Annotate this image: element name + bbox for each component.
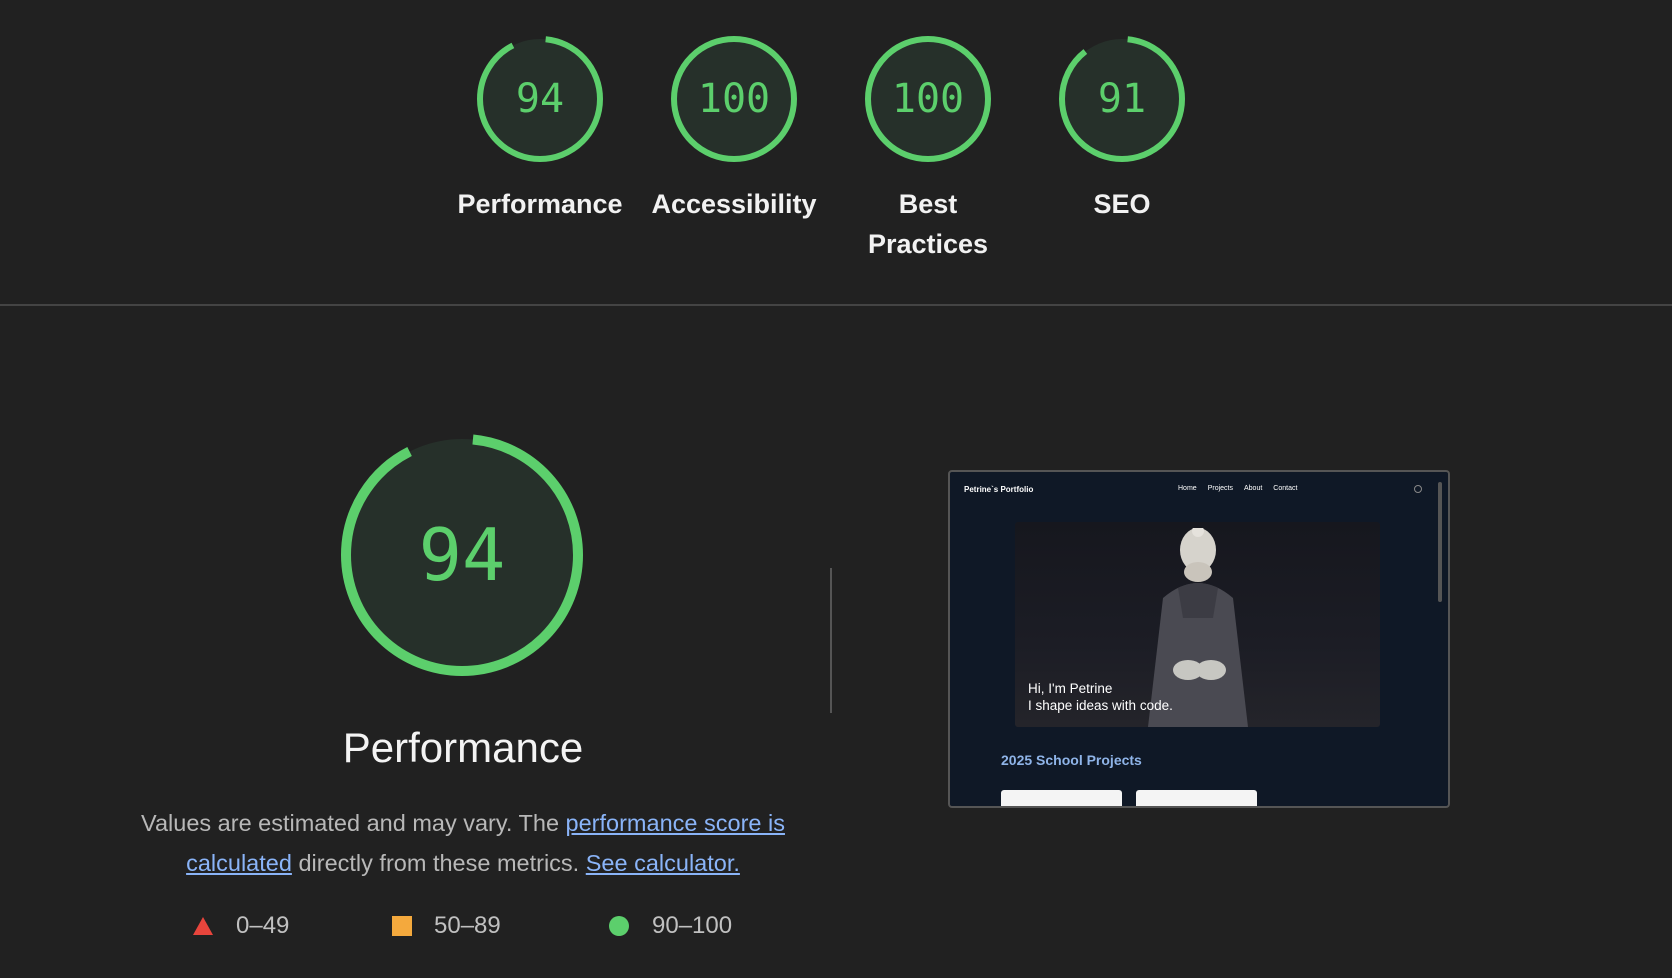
performance-description: Values are estimated and may vary. The p… (136, 803, 790, 883)
screenshot-scrollbar (1438, 482, 1442, 602)
description-text: directly from these metrics. (291, 850, 586, 876)
gauge-score: 100 (698, 76, 770, 122)
vertical-separator (830, 568, 832, 713)
screenshot-nav-link: About (1243, 485, 1263, 492)
performance-title: Performance (342, 724, 584, 771)
hero-line: Hi, I'm Petrine (1028, 681, 1113, 696)
final-screenshot[interactable]: Petrine`s Portfolio Home Projects About … (948, 470, 1450, 808)
description-text: Values are estimated and may vary. The (141, 810, 566, 836)
legend-range: 90–100 (652, 912, 733, 939)
performance-gauge: 94 (341, 434, 583, 676)
project-card (1001, 790, 1122, 806)
gauge-best-practices[interactable]: 100 Best Practices (843, 34, 1013, 264)
legend-pass: 90–100 (608, 912, 732, 940)
legend-range: 0–49 (236, 912, 290, 939)
section-divider (0, 304, 1672, 306)
screenshot-navbar: Petrine`s Portfolio Home Projects About … (962, 480, 1426, 500)
gauge-score: 94 (516, 76, 564, 122)
triangle-icon (193, 917, 213, 935)
gauge-score: 100 (892, 76, 964, 122)
gauge-seo[interactable]: 91 SEO (1037, 34, 1207, 224)
gauge-ring: 100 (865, 36, 991, 162)
screenshot-brand: Petrine`s Portfolio (964, 485, 1034, 494)
gauge-label: Accessibility (651, 189, 817, 219)
gauge-accessibility[interactable]: 100 Accessibility (649, 34, 819, 224)
gauge-label: Best Practices (867, 189, 989, 259)
screenshot-hero: Hi, I'm Petrine I shape ideas with code. (1015, 522, 1380, 727)
legend-fail: 0–49 (192, 912, 289, 940)
hero-heading: Hi, I'm Petrine I shape ideas with code. (1028, 680, 1173, 714)
screenshot-nav-link: Contact (1273, 485, 1298, 492)
screenshot-nav-link: Projects (1207, 485, 1233, 492)
legend-average: 50–89 (392, 912, 501, 940)
performance-score: 94 (419, 513, 506, 597)
gauge-performance[interactable]: 94 Performance (455, 34, 625, 224)
screenshot-nav-links: Home Projects About Contact (1178, 485, 1297, 492)
square-icon (392, 916, 412, 936)
gauge-label: SEO (1093, 189, 1151, 219)
legend-range: 50–89 (434, 912, 501, 939)
project-card (1136, 790, 1257, 806)
screenshot-section-title: 2025 School Projects (1001, 752, 1142, 768)
gauge-ring: 94 (477, 36, 603, 162)
screenshot-nav-link: Home (1178, 485, 1197, 492)
score-legend: 0–49 50–89 90–100 (190, 912, 790, 952)
gauge-ring: 91 (1059, 36, 1185, 162)
gauge-label: Performance (457, 189, 623, 219)
circle-icon (609, 916, 629, 936)
gauge-ring: 100 (671, 36, 797, 162)
gauge-score: 91 (1098, 76, 1146, 122)
theme-toggle-icon (1414, 485, 1422, 493)
see-calculator-link[interactable]: See calculator. (586, 850, 740, 876)
category-gauges: 94 Performance 100 Accessibility 100 Bes… (0, 34, 1672, 274)
hero-line: I shape ideas with code. (1028, 698, 1173, 713)
